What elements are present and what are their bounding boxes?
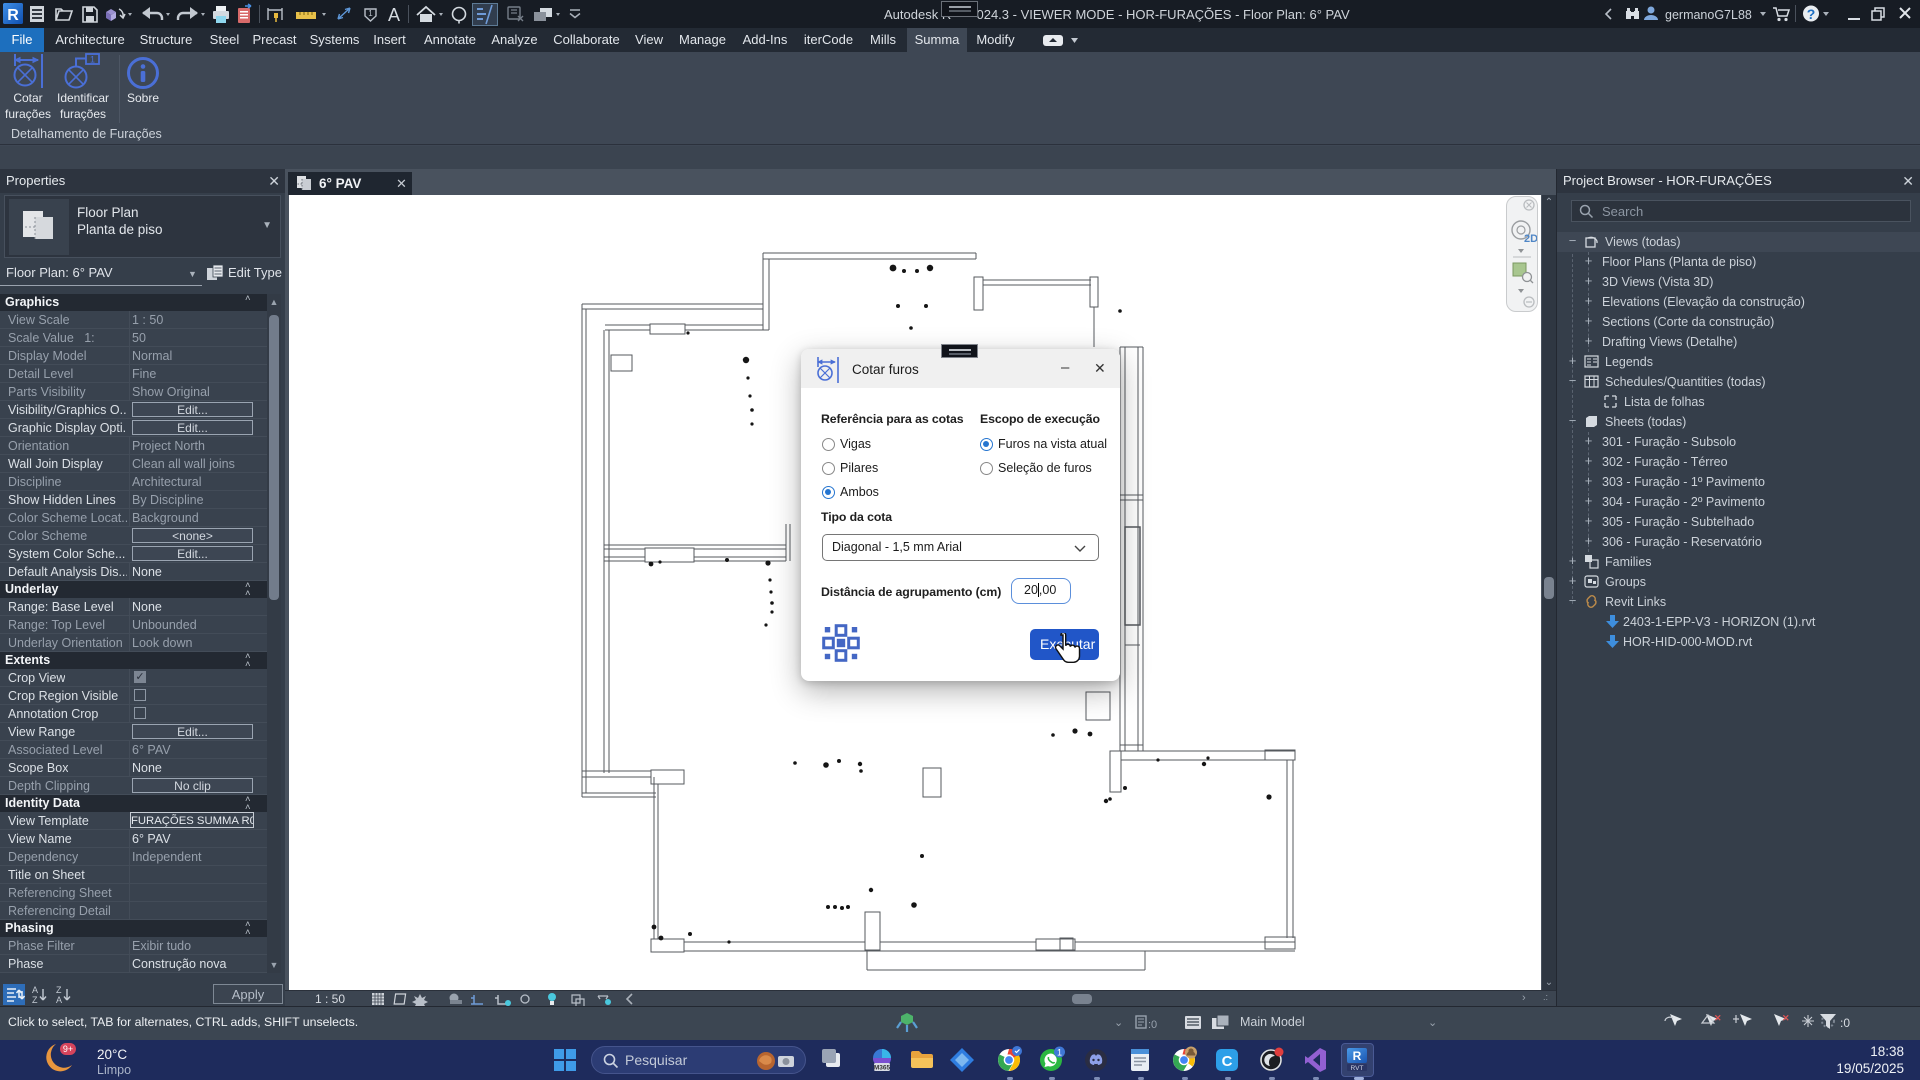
svg-text:?: ? [1807,6,1816,22]
svg-text:RVT: RVT [1351,1065,1364,1072]
svg-text:R: R [1353,1049,1362,1063]
svg-text:A: A [32,985,38,995]
svg-text:Z: Z [56,985,62,995]
svg-text:A: A [388,5,400,25]
svg-text:2D: 2D [1524,233,1537,245]
svg-text:1: 1 [90,55,95,65]
svg-text:✕: ✕ [1782,1013,1790,1023]
svg-text:1: 1 [368,9,373,18]
svg-text:M365: M365 [874,1065,891,1072]
svg-text::0: :0 [1840,1016,1850,1030]
svg-text:germanoG7L88: germanoG7L88 [1665,8,1752,22]
svg-text:R: R [7,7,19,24]
svg-text:✕: ✕ [1714,1013,1722,1023]
svg-text::0: :0 [1148,1019,1157,1031]
svg-text:1: 1 [1057,1048,1062,1058]
svg-text:C: C [1222,1053,1233,1070]
svg-text:A: A [56,995,62,1005]
svg-text:Z: Z [32,995,38,1005]
